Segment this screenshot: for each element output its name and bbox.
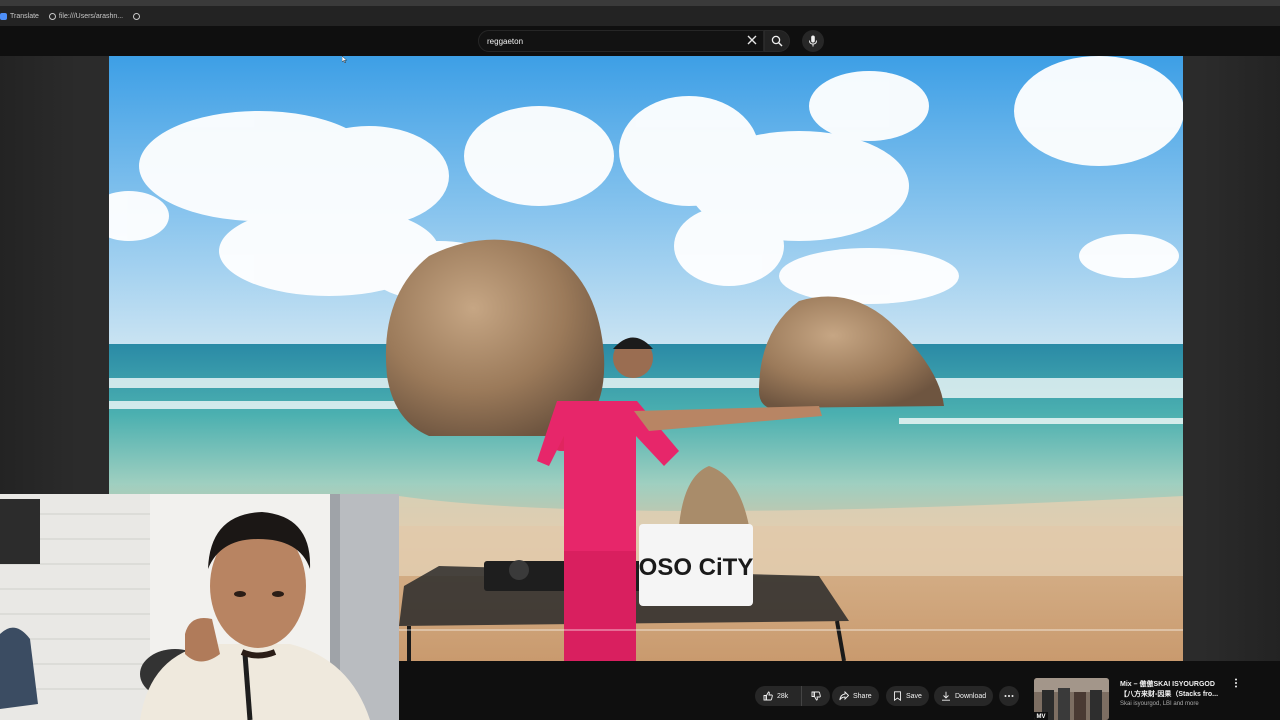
webcam-overlay	[0, 494, 399, 720]
recommendation-menu-button[interactable]	[1232, 678, 1240, 692]
bookmark-label: file:///Users/arashn...	[58, 12, 124, 20]
bookmarks-bar: Translate file:///Users/arashn...	[0, 0, 1280, 26]
globe-icon	[133, 12, 141, 20]
close-icon	[747, 35, 757, 45]
globe-icon	[48, 12, 56, 20]
share-label: Share	[853, 692, 872, 700]
more-actions-button[interactable]	[999, 686, 1019, 706]
microphone-icon	[809, 35, 817, 47]
oso-city-sign: OSO CiTY	[639, 554, 754, 581]
thumbs-up-icon	[763, 691, 773, 701]
bookmark-file[interactable]: file:///Users/arashn...	[48, 12, 124, 20]
youtube-watch-page: Translate file:///Users/arashn... reggae…	[0, 0, 1280, 720]
download-icon	[942, 691, 950, 701]
bookmark-icon	[894, 691, 901, 701]
recommendation-item[interactable]: MV Mix – 傲傲SKAI ISYOURGOD 【八方来财-因果（Stack…	[1034, 676, 1280, 720]
translate-icon	[0, 12, 7, 20]
search-input[interactable]	[487, 34, 737, 49]
save-label: Save	[906, 692, 922, 700]
recommendation-title[interactable]: Mix – 傲傲SKAI ISYOURGOD 【八方来财-因果（Stacks f…	[1120, 680, 1230, 700]
mouse-cursor	[342, 56, 347, 63]
thumbnail-image: MV	[1034, 678, 1109, 720]
more-horizontal-icon	[1004, 695, 1014, 697]
recommendation-thumbnail[interactable]: MV	[1034, 678, 1109, 720]
masthead	[0, 26, 1280, 56]
download-label: Download	[955, 692, 987, 700]
bookmark-globe[interactable]	[133, 12, 141, 20]
thumbs-down-icon	[811, 691, 821, 701]
bookmark-label: Translate	[10, 12, 39, 20]
share-icon	[839, 691, 849, 701]
like-button[interactable]: 28k	[755, 686, 802, 706]
like-dislike-pill: 28k	[755, 686, 830, 706]
more-vertical-icon	[1235, 678, 1237, 688]
mv-badge: MV	[1037, 714, 1046, 720]
dislike-button[interactable]	[802, 686, 830, 706]
save-button[interactable]: Save	[886, 686, 929, 706]
action-bar: 28k Share Save Download MV Mix – 傲傲SKAI …	[399, 661, 1280, 720]
recommendation-title-line2: 【八方来财-因果（Stacks fro...	[1120, 691, 1219, 698]
recommendation-title-line1: Mix – 傲傲SKAI ISYOURGOD	[1120, 681, 1215, 688]
share-button[interactable]: Share	[832, 686, 879, 706]
recommendation-subtitle: Skai isyourgod, LBI and more	[1120, 701, 1199, 707]
search-icon	[771, 35, 783, 47]
webcam-frame	[0, 494, 399, 720]
like-count: 28k	[777, 692, 789, 700]
voice-search-button[interactable]	[802, 30, 824, 52]
search-box[interactable]	[478, 30, 764, 52]
download-button[interactable]: Download	[934, 686, 994, 706]
clear-search-button[interactable]	[746, 35, 758, 47]
bookmark-translate[interactable]: Translate	[0, 12, 39, 20]
search-button[interactable]	[764, 30, 790, 52]
